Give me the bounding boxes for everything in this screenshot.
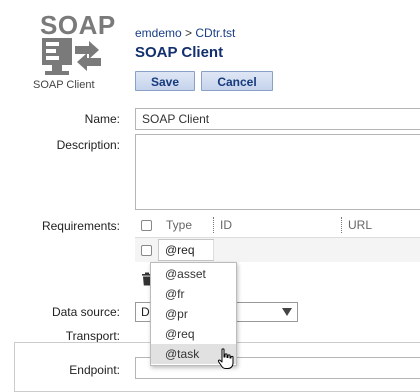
select-all-checkbox[interactable] xyxy=(141,220,152,231)
column-header-type[interactable]: Type xyxy=(166,218,192,232)
soap-client-icon xyxy=(42,38,101,75)
breadcrumb-link-cdtr[interactable]: CDtr.tst xyxy=(195,26,235,40)
breadcrumb-link-emdemo[interactable]: emdemo xyxy=(135,26,182,40)
logo-title: SOAP xyxy=(40,10,116,40)
dropdown-option-fr[interactable]: @fr xyxy=(151,284,236,304)
row-divider xyxy=(213,240,214,260)
breadcrumb: emdemo > CDtr.tst xyxy=(135,26,235,40)
requirements-label: Requirements: xyxy=(41,219,120,233)
logo-caption: SOAP Client xyxy=(33,79,95,91)
hand-cursor-icon xyxy=(217,348,234,369)
page-title: SOAP Client xyxy=(135,44,224,61)
column-resize-handle[interactable] xyxy=(341,217,342,233)
breadcrumb-separator: > xyxy=(185,26,193,40)
requirement-type-input[interactable]: @req xyxy=(158,239,214,261)
row-checkbox[interactable] xyxy=(141,245,152,256)
endpoint-label: Endpoint: xyxy=(69,363,120,377)
dropdown-option-pr[interactable]: @pr xyxy=(151,304,236,324)
column-header-url[interactable]: URL xyxy=(348,218,372,232)
data-source-label: Data source: xyxy=(51,305,120,319)
dropdown-arrow-icon xyxy=(282,308,292,316)
data-source-value: D xyxy=(141,305,150,319)
name-label: Name: xyxy=(84,112,120,126)
dropdown-option-asset[interactable]: @asset xyxy=(151,264,236,284)
description-field[interactable] xyxy=(135,134,420,210)
column-header-id[interactable]: ID xyxy=(220,218,232,232)
name-field[interactable]: SOAP Client xyxy=(135,108,420,130)
transport-label: Transport: xyxy=(65,329,120,343)
dropdown-option-req[interactable]: @req xyxy=(151,324,236,344)
save-button[interactable]: Save xyxy=(135,71,195,91)
description-label: Description: xyxy=(56,138,120,152)
column-resize-handle[interactable] xyxy=(213,217,214,233)
cancel-button[interactable]: Cancel xyxy=(201,71,273,91)
